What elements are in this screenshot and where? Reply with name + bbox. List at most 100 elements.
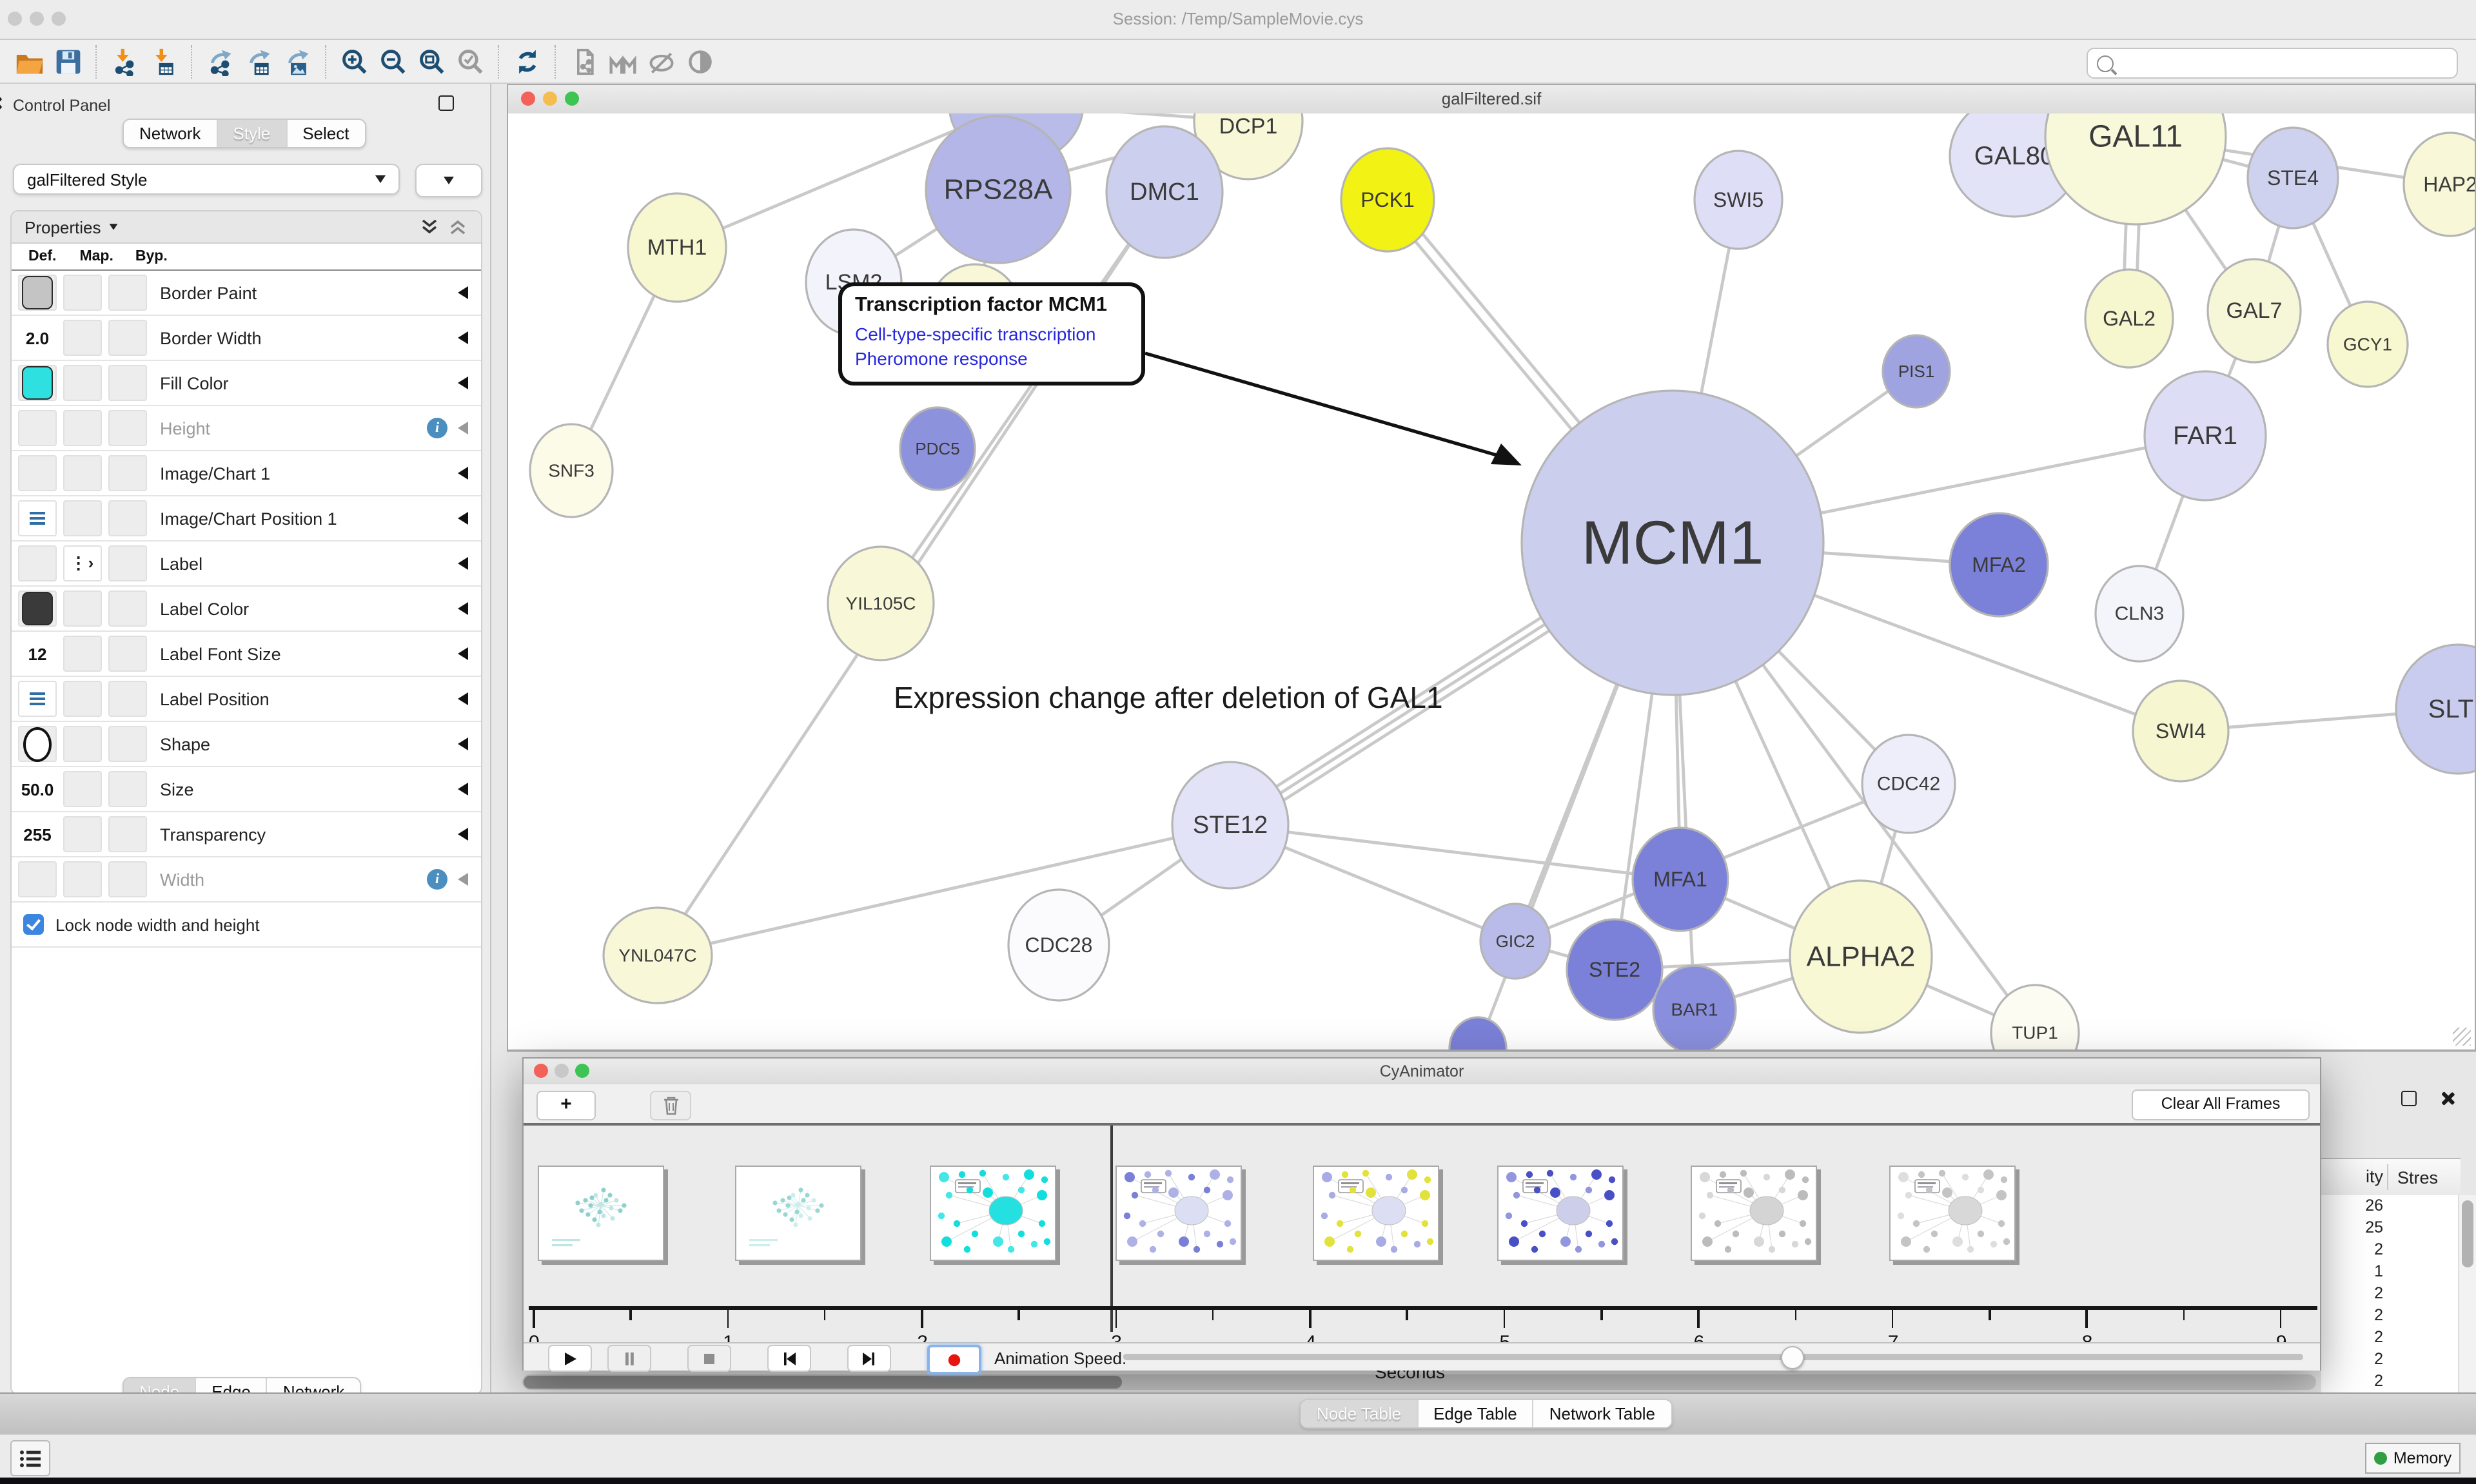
node-unlabeled[interactable]	[1449, 1017, 1506, 1050]
default-value-cell[interactable]	[18, 681, 57, 717]
property-row[interactable]: 12Label Font Size	[12, 632, 481, 677]
style-selector-dropdown[interactable]: galFiltered Style	[13, 164, 400, 195]
frame-thumbnail-3[interactable]	[930, 1166, 1056, 1261]
default-value-cell[interactable]	[18, 455, 57, 491]
expand-property-icon[interactable]	[458, 737, 468, 750]
network-window-titlebar[interactable]: galFiltered.sif	[508, 85, 2475, 115]
expand-property-icon[interactable]	[458, 692, 468, 705]
timeline[interactable]: 0123456789 Seconds	[524, 1126, 2320, 1342]
export-image-button[interactable]	[279, 43, 317, 79]
default-value-cell[interactable]	[18, 726, 57, 762]
clone-network-button[interactable]	[565, 43, 604, 79]
mapping-cell[interactable]	[63, 365, 102, 401]
network-canvas[interactable]: RPS28BDCP1RPS28ADMC1PCK1SWI5GAL80GAL11ST…	[508, 113, 2475, 1050]
node-cdc42[interactable]: CDC42	[1862, 735, 1955, 833]
frame-thumbnail-6[interactable]	[1497, 1166, 1624, 1261]
default-value-cell[interactable]	[18, 365, 57, 401]
expand-property-icon[interactable]	[458, 647, 468, 660]
bypass-cell[interactable]	[108, 861, 147, 897]
minimize-window-icon[interactable]	[30, 12, 44, 26]
close-icon[interactable]	[521, 92, 535, 106]
expand-property-icon[interactable]	[458, 557, 468, 570]
node-mfa1[interactable]: MFA1	[1633, 828, 1728, 931]
hide-graphics-button[interactable]	[642, 43, 681, 79]
expand-property-icon[interactable]	[458, 602, 468, 615]
node-pis1[interactable]: PIS1	[1883, 335, 1950, 407]
search-input[interactable]	[2087, 48, 2458, 79]
property-row[interactable]: 2.0Border Width	[12, 316, 481, 361]
table-row[interactable]: 2	[2321, 1327, 2458, 1349]
property-row[interactable]: Shape	[12, 722, 481, 767]
zoom-window-icon[interactable]	[52, 12, 66, 26]
column-centrality[interactable]: ity	[2321, 1164, 2388, 1190]
zoom-selected-button[interactable]	[451, 43, 490, 79]
node-cln3[interactable]: CLN3	[2096, 566, 2183, 661]
close-window-icon[interactable]	[8, 12, 22, 26]
node-swi4[interactable]: SWI4	[2133, 681, 2228, 781]
default-value-cell[interactable]	[18, 500, 57, 536]
node-ste2[interactable]: STE2	[1567, 919, 1662, 1020]
collapse-all-icon[interactable]	[447, 217, 468, 237]
mapping-cell[interactable]	[63, 636, 102, 672]
slider-knob[interactable]	[1781, 1346, 1804, 1369]
mapping-cell[interactable]	[63, 726, 102, 762]
bypass-cell[interactable]	[108, 275, 147, 311]
mapping-cell[interactable]	[63, 320, 102, 356]
node-ste12[interactable]: STE12	[1172, 762, 1288, 888]
node-ynl047c[interactable]: YNL047C	[604, 908, 712, 1003]
frame-thumbnail-7[interactable]	[1691, 1166, 1817, 1261]
record-button[interactable]	[927, 1345, 981, 1374]
close-panel-icon[interactable]	[0, 95, 1, 110]
default-value-cell[interactable]: 255	[18, 816, 57, 852]
table-row[interactable]: 2	[2321, 1371, 2458, 1392]
node-hap2[interactable]: HAP2	[2404, 133, 2475, 236]
memory-button[interactable]: Memory	[2365, 1443, 2461, 1474]
close-table-panel-icon[interactable]	[2440, 1091, 2454, 1105]
import-network-button[interactable]	[106, 43, 144, 79]
delete-frame-button[interactable]	[650, 1091, 691, 1120]
bypass-cell[interactable]	[108, 365, 147, 401]
edge[interactable]	[658, 825, 1230, 955]
frame-thumbnail-4[interactable]	[1115, 1166, 1242, 1261]
mapping-cell[interactable]	[63, 681, 102, 717]
tab-network-table[interactable]: Network Table	[1534, 1400, 1671, 1427]
play-button[interactable]	[548, 1345, 592, 1372]
cyanimator-titlebar[interactable]: CyAnimator	[524, 1059, 2320, 1086]
clear-all-frames-button[interactable]: Clear All Frames	[2132, 1089, 2310, 1120]
property-row[interactable]: Widthi	[12, 857, 481, 903]
annotation-box[interactable]: Transcription factor MCM1 Cell-type-spec…	[838, 282, 1145, 386]
property-row[interactable]: Image/Chart Position 1	[12, 496, 481, 542]
bypass-cell[interactable]	[108, 771, 147, 807]
zoom-in-button[interactable]	[335, 43, 374, 79]
property-row[interactable]: 255Transparency	[12, 812, 481, 857]
node-cdc28[interactable]: CDC28	[1008, 890, 1109, 1001]
node-dmc1[interactable]: DMC1	[1106, 126, 1223, 258]
expand-all-icon[interactable]	[419, 217, 440, 237]
zoom-fit-button[interactable]	[413, 43, 451, 79]
mapping-cell[interactable]	[63, 500, 102, 536]
table-row[interactable]: 2	[2321, 1239, 2458, 1261]
open-session-button[interactable]	[10, 43, 49, 79]
expand-property-icon[interactable]	[458, 286, 468, 299]
table-row[interactable]: 26	[2321, 1195, 2458, 1217]
node-gal7[interactable]: GAL7	[2208, 259, 2301, 362]
update-view-button[interactable]	[508, 43, 547, 79]
float-panel-icon[interactable]	[438, 95, 454, 111]
stop-button[interactable]	[687, 1345, 731, 1372]
mapping-cell[interactable]	[63, 410, 102, 446]
table-vertical-scrollbar[interactable]	[2458, 1195, 2476, 1392]
mapping-cell[interactable]	[63, 816, 102, 852]
node-swi5[interactable]: SWI5	[1695, 151, 1782, 249]
property-row[interactable]: Label Position	[12, 677, 481, 722]
expand-property-icon[interactable]	[458, 828, 468, 841]
default-value-cell[interactable]	[18, 410, 57, 446]
node-rps28a[interactable]: RPS28A	[926, 116, 1070, 263]
import-table-button[interactable]	[144, 43, 183, 79]
animation-speed-slider[interactable]	[1123, 1354, 2303, 1360]
playhead[interactable]	[1110, 1126, 1112, 1332]
properties-header[interactable]: Properties	[12, 211, 481, 244]
bypass-cell[interactable]	[108, 545, 147, 581]
frame-thumbnail-8[interactable]	[1889, 1166, 2016, 1261]
resize-grip[interactable]	[2453, 1028, 2471, 1046]
close-icon[interactable]	[534, 1064, 548, 1078]
